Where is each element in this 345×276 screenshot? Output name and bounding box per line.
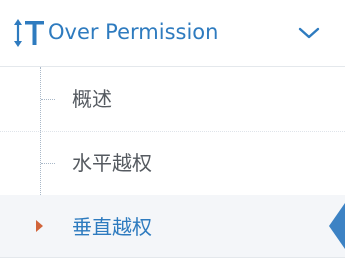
- text-height-icon: [14, 19, 44, 47]
- active-indicator-arrow: [329, 203, 345, 249]
- tree-connector: [41, 99, 55, 100]
- submenu-item-label: 概述: [72, 87, 112, 111]
- menu-footer-divider: [0, 257, 345, 276]
- sidebar-menu: Over Permission 概述 水平越权 垂直越权: [0, 0, 345, 276]
- menu-group-header-over-permission[interactable]: Over Permission: [0, 0, 345, 67]
- menu-group-title: Over Permission: [48, 20, 219, 44]
- submenu-list: 概述 水平越权 垂直越权: [0, 67, 345, 257]
- submenu-item-overview[interactable]: 概述: [0, 67, 345, 132]
- submenu-item-label: 水平越权: [72, 151, 152, 175]
- caret-right-icon: [36, 220, 43, 232]
- submenu-item-horizontal-privilege[interactable]: 水平越权: [0, 131, 345, 196]
- chevron-down-icon[interactable]: [296, 22, 322, 44]
- submenu-item-label: 垂直越权: [72, 215, 152, 239]
- submenu-item-vertical-privilege[interactable]: 垂直越权: [0, 195, 345, 257]
- tree-connector: [41, 163, 55, 164]
